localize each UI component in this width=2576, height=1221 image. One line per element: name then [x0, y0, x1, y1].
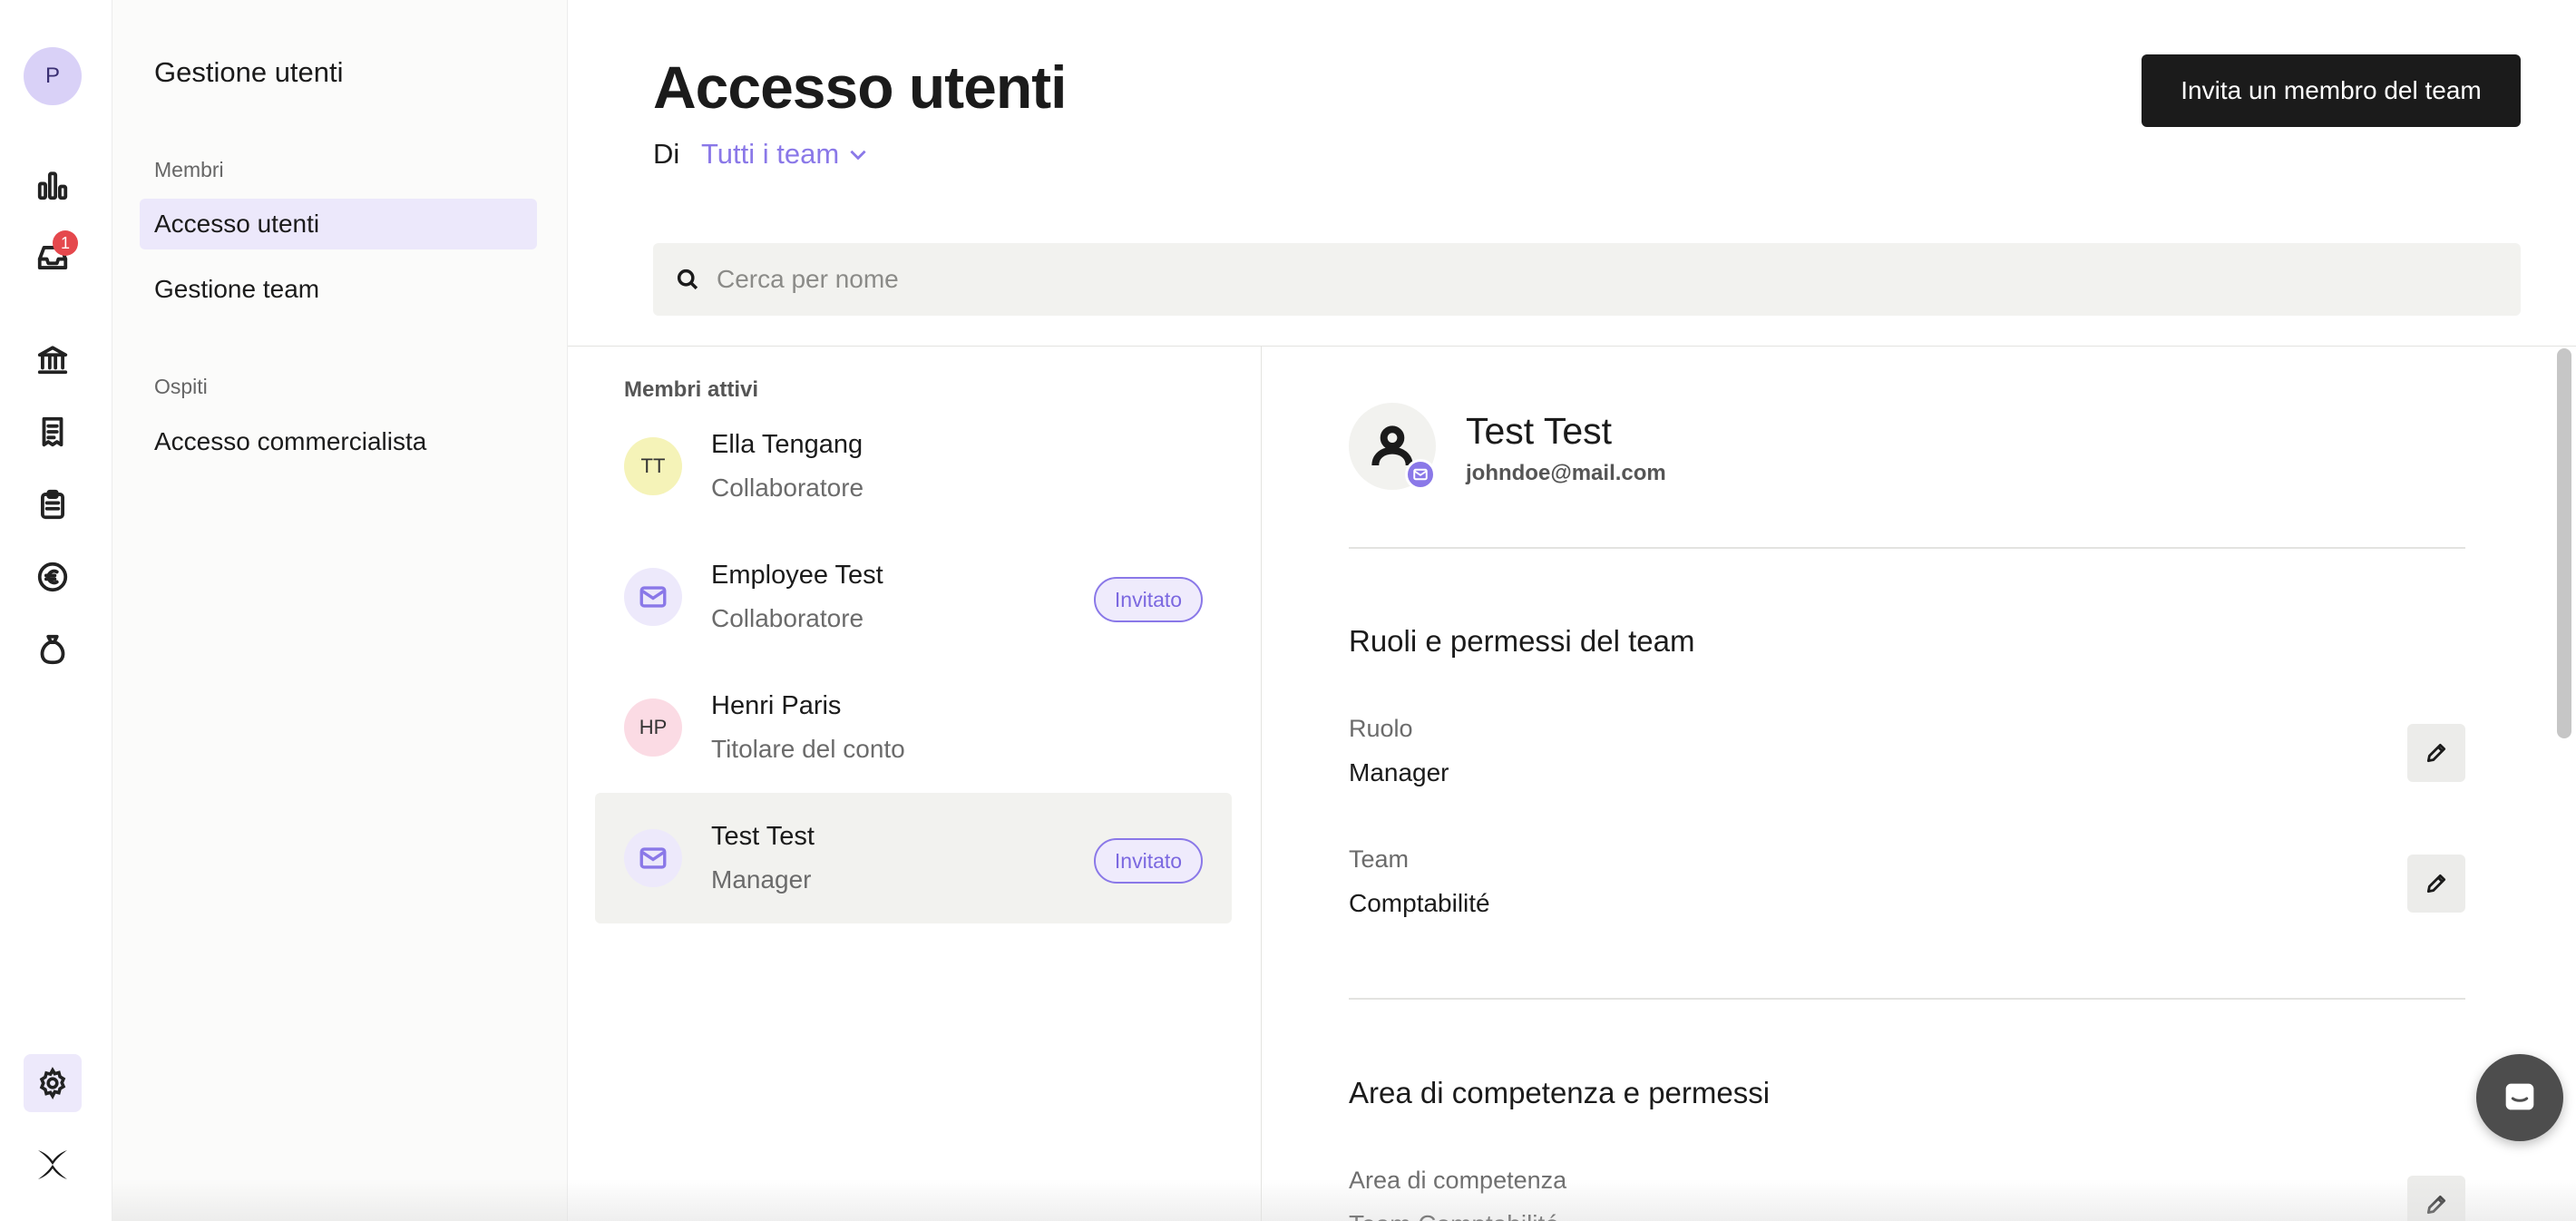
divider — [1349, 547, 2465, 549]
icon-rail: P 1 — [0, 0, 112, 1221]
envelope-icon — [1413, 468, 1428, 481]
area-label: Area di competenza — [1349, 1167, 1567, 1194]
area-value: Team Comptabilité — [1349, 1210, 1559, 1221]
pencil-icon — [2426, 1195, 2446, 1215]
members-list: Membri attivi TT Ella Tengang Collaborat… — [568, 347, 1262, 1221]
divider — [1349, 998, 2465, 1000]
list-item-selected[interactable]: Test Test Manager Invitato — [595, 793, 1232, 923]
euro-coin-icon[interactable] — [33, 557, 73, 597]
gear-icon — [39, 1067, 66, 1099]
edit-role-button[interactable] — [2407, 724, 2465, 782]
brand-logo-icon[interactable] — [34, 1147, 71, 1183]
chart-bar-icon[interactable] — [33, 165, 73, 205]
member-name: Ella Tengang — [711, 430, 864, 459]
member-role: Manager — [711, 865, 812, 894]
invite-member-button[interactable]: Invita un membro del team — [2142, 54, 2521, 127]
member-avatar — [624, 568, 682, 626]
search-input[interactable] — [717, 265, 2521, 294]
role-label: Ruolo — [1349, 715, 1413, 742]
envelope-icon — [639, 586, 667, 608]
sidebar-item-team-management[interactable]: Gestione team — [140, 264, 537, 315]
role-value: Manager — [1349, 758, 1449, 786]
member-avatar — [624, 829, 682, 887]
team-filter-label: Di — [653, 138, 680, 170]
status-badge: Invitato — [1094, 577, 1203, 622]
detail-name: Test Test — [1466, 410, 1613, 452]
member-name: Test Test — [711, 822, 815, 851]
envelope-icon — [639, 847, 667, 869]
detail-email: johndoe@mail.com — [1466, 461, 1666, 485]
sidebar-item-accountant-access[interactable]: Accesso commercialista — [140, 416, 537, 467]
settings-button[interactable] — [24, 1054, 82, 1112]
member-role: Collaboratore — [711, 474, 864, 502]
inbox-badge: 1 — [53, 230, 78, 256]
member-avatar: TT — [624, 437, 682, 495]
bank-icon[interactable] — [33, 339, 73, 379]
list-item[interactable]: Employee Test Collaboratore Invitato — [595, 532, 1232, 662]
sidebar-section-members: Membri — [154, 158, 224, 181]
edit-area-button[interactable] — [2407, 1176, 2465, 1221]
section-title-roles: Ruoli e permessi del team — [1349, 624, 1695, 658]
member-name: Henri Paris — [711, 691, 842, 720]
list-item[interactable]: TT Ella Tengang Collaboratore — [595, 401, 1232, 532]
team-filter-dropdown[interactable]: Tutti i team — [701, 138, 870, 171]
edit-team-button[interactable] — [2407, 855, 2465, 913]
members-list-header: Membri attivi — [624, 377, 759, 402]
invited-mail-indicator — [1405, 459, 1436, 490]
team-label: Team — [1349, 845, 1410, 873]
section-title-area: Area di competenza e permessi — [1349, 1076, 1771, 1109]
list-item[interactable]: HP Henri Paris Titolare del conto — [595, 662, 1232, 793]
settings-sidebar: Gestione utenti Membri Accesso utenti Ge… — [112, 0, 568, 1221]
team-filter-value: Tutti i team — [701, 138, 840, 170]
chevron-down-icon — [850, 150, 866, 161]
money-bag-icon[interactable] — [33, 630, 73, 669]
search-bar — [653, 243, 2521, 316]
detail-scrollbar[interactable] — [2557, 348, 2571, 738]
chat-icon — [2505, 1083, 2534, 1110]
receipt-icon[interactable] — [33, 412, 73, 452]
sidebar-title: Gestione utenti — [154, 56, 344, 88]
pencil-icon — [2426, 743, 2446, 763]
member-name: Employee Test — [711, 561, 883, 590]
support-chat-button[interactable] — [2476, 1054, 2563, 1141]
member-avatar: HP — [624, 698, 682, 757]
clipboard-icon[interactable] — [33, 484, 73, 524]
team-value: Comptabilité — [1349, 889, 1490, 917]
status-badge: Invitato — [1094, 838, 1203, 884]
sidebar-item-user-access[interactable]: Accesso utenti — [140, 199, 537, 249]
member-detail-panel: Test Test johndoe@mail.com Ruoli e perme… — [1262, 347, 2576, 1221]
pencil-icon — [2426, 874, 2446, 894]
member-role: Titolare del conto — [711, 735, 905, 763]
profile-avatar[interactable]: P — [24, 47, 82, 105]
page-title: Accesso utenti — [653, 54, 1067, 121]
sidebar-section-guests: Ospiti — [154, 375, 208, 398]
member-role: Collaboratore — [711, 604, 864, 632]
search-icon — [677, 269, 698, 290]
